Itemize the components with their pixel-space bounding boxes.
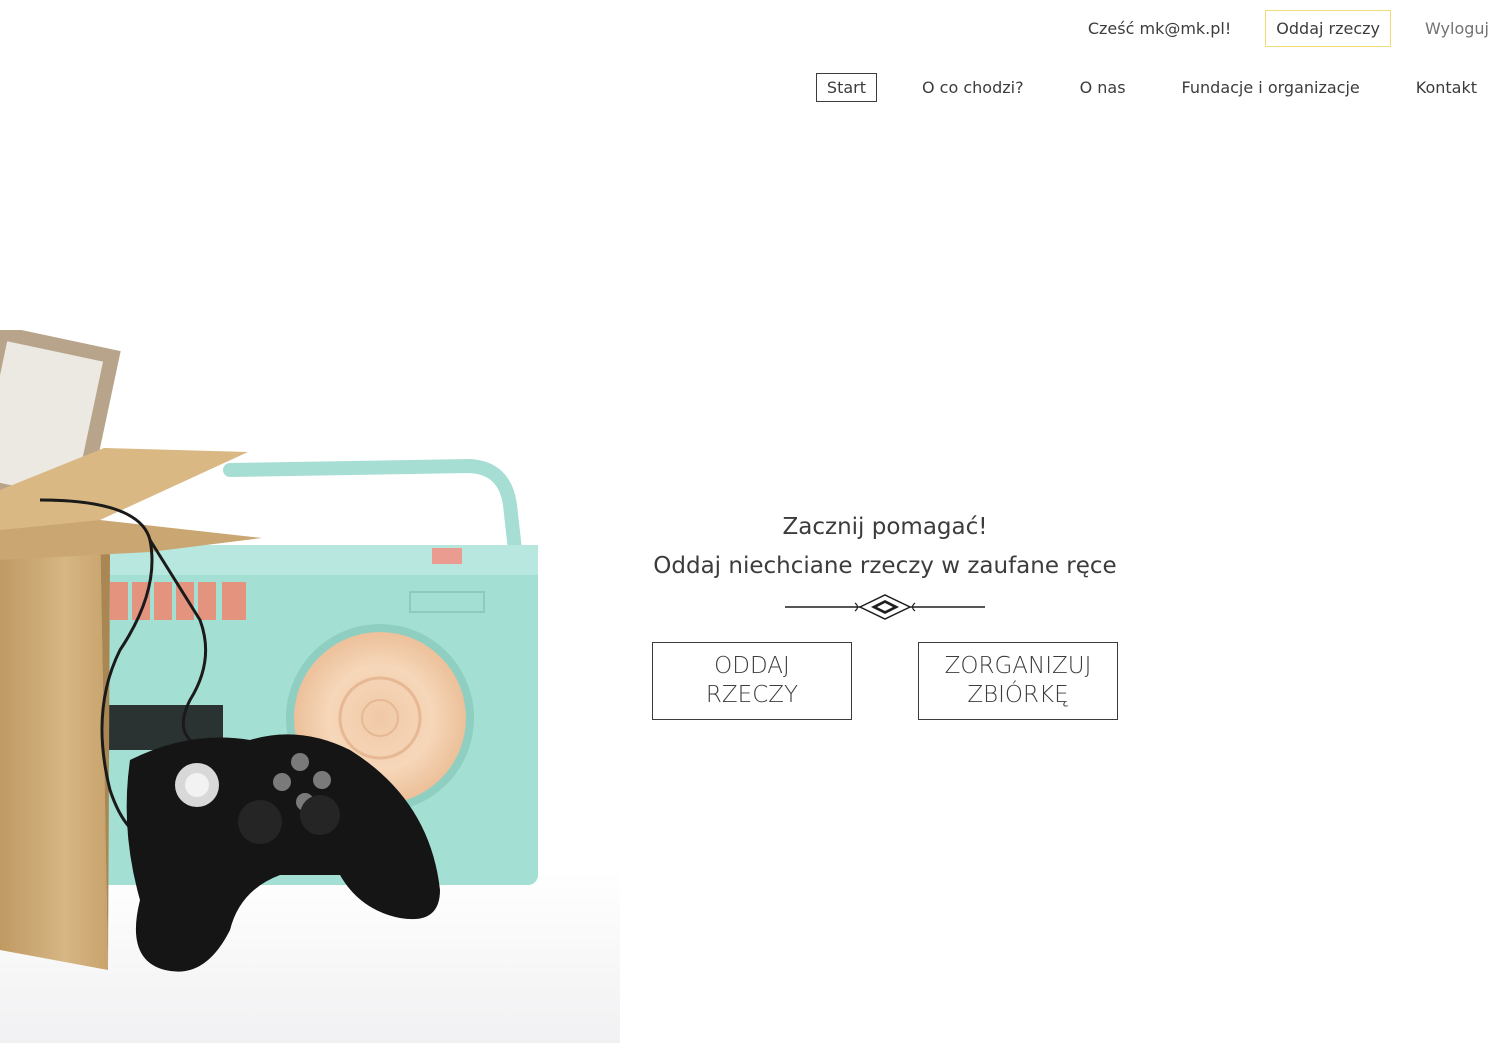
cta-give-items-button[interactable]: ODDAJ RZECZY bbox=[652, 642, 852, 720]
cta-organize-collection-button[interactable]: ZORGANIZUJ ZBIÓRKĘ bbox=[918, 642, 1118, 720]
hero-section: Zacznij pomagać! Oddaj niechciane rzeczy… bbox=[652, 508, 1118, 720]
nav-item-foundations[interactable]: Fundacje i organizacje bbox=[1171, 73, 1371, 102]
cta-collect-line2: ZBIÓRKĘ bbox=[967, 682, 1069, 708]
cta-row: ODDAJ RZECZY ZORGANIZUJ ZBIÓRKĘ bbox=[652, 642, 1118, 720]
user-bar: Cześć mk@mk.pl! Oddaj rzeczy Wyloguj bbox=[1088, 10, 1489, 47]
nav-item-about-what[interactable]: O co chodzi? bbox=[911, 73, 1035, 102]
main-nav: Start O co chodzi? O nas Fundacje i orga… bbox=[815, 73, 1488, 102]
ornament-divider-icon bbox=[785, 594, 985, 620]
nav-item-about-us[interactable]: O nas bbox=[1069, 73, 1137, 102]
logout-link[interactable]: Wyloguj bbox=[1425, 19, 1489, 38]
hero-title-line2: Oddaj niechciane rzeczy w zaufane ręce bbox=[653, 553, 1117, 579]
hero-title-line1: Zacznij pomagać! bbox=[782, 514, 988, 540]
cta-collect-line1: ZORGANIZUJ bbox=[944, 653, 1092, 679]
cta-give-line1: ODDAJ bbox=[714, 653, 790, 679]
page: Cześć mk@mk.pl! Oddaj rzeczy Wyloguj Sta… bbox=[0, 0, 1509, 1043]
hero-illustration bbox=[0, 330, 620, 1043]
cta-give-line2: RZECZY bbox=[705, 682, 799, 708]
user-greeting: Cześć mk@mk.pl! bbox=[1087, 19, 1232, 38]
nav-item-start[interactable]: Start bbox=[815, 73, 877, 102]
nav-item-contact[interactable]: Kontakt bbox=[1405, 73, 1488, 102]
give-items-button[interactable]: Oddaj rzeczy bbox=[1265, 10, 1392, 47]
